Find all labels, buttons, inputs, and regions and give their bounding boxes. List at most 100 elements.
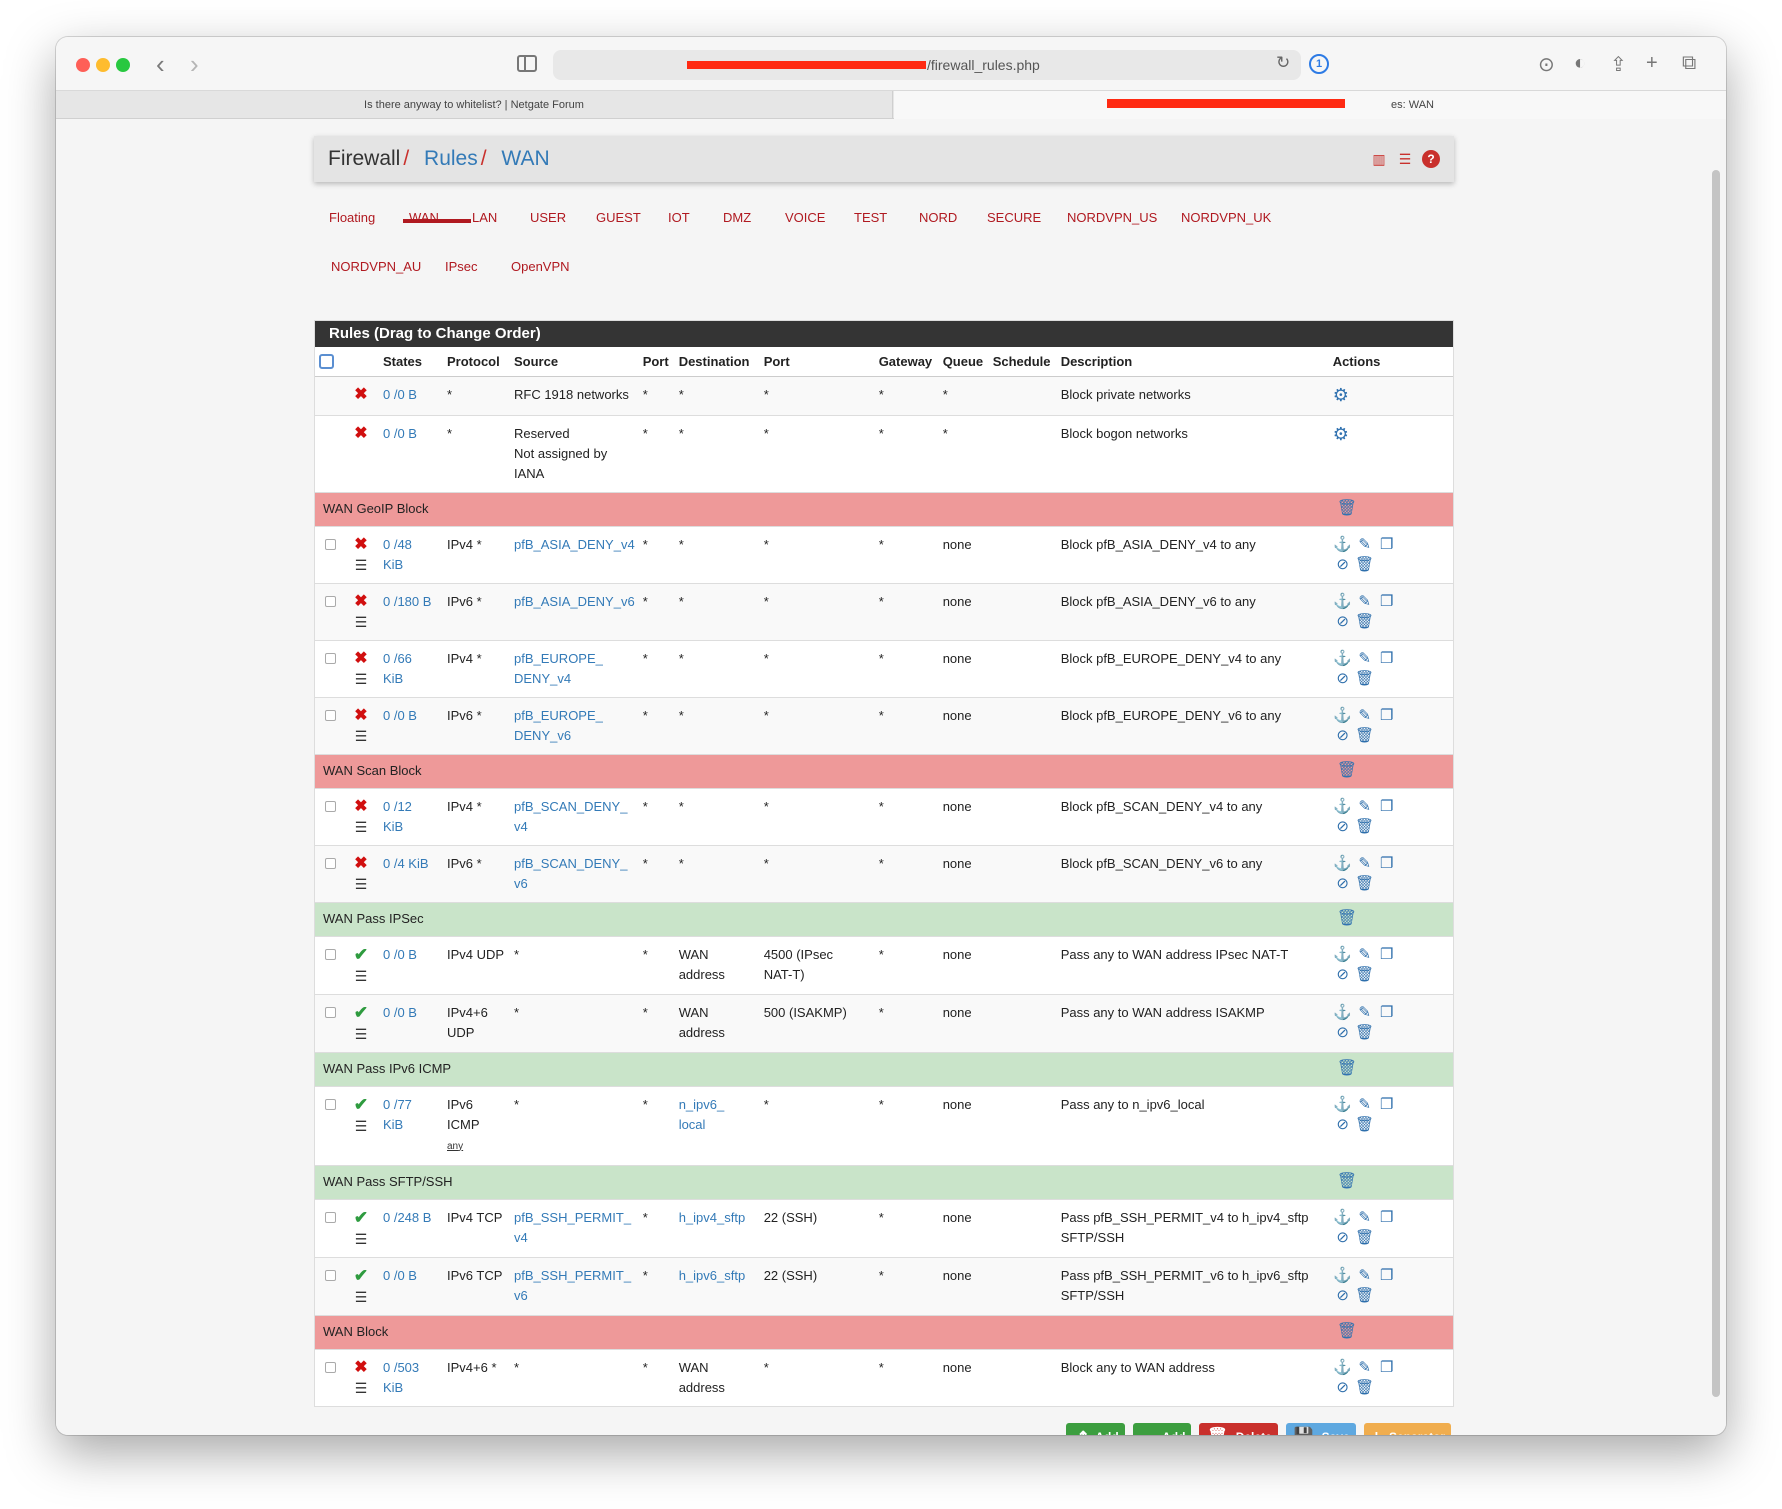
- tab-dmz[interactable]: DMZ: [723, 210, 751, 225]
- browser-tab-forum[interactable]: Is there anyway to whitelist? | Netgate …: [56, 91, 893, 119]
- anchor-icon[interactable]: ⚓: [1333, 1003, 1353, 1023]
- trash-icon[interactable]: 🗑: [1337, 762, 1357, 779]
- table-row[interactable]: ✖ ☰ 0 /66 KiB IPv4 * pfB_EUROPE_ DENY_v4 * * * * no…: [315, 639, 1453, 697]
- rule-states[interactable]: 0 /248 B: [383, 1210, 431, 1225]
- copy-icon[interactable]: ❐: [1377, 1208, 1397, 1228]
- table-row[interactable]: ✔ ☰ 0 /248 B IPv4 TCP pfB_SSH_PERMIT_ v4 * h_ip…: [315, 1198, 1453, 1257]
- edit-pencil-icon[interactable]: ✎: [1355, 854, 1375, 874]
- tasks-list-icon[interactable]: ☰: [347, 555, 375, 575]
- trash-icon[interactable]: 🗑: [1355, 874, 1375, 894]
- rule-states[interactable]: 0 /0 B: [383, 708, 417, 723]
- tab-floating[interactable]: Floating: [329, 210, 375, 225]
- tasks-list-icon[interactable]: ☰: [347, 817, 375, 837]
- rule-states[interactable]: 0 /12 KiB: [383, 799, 412, 834]
- tab-voice[interactable]: VOICE: [785, 210, 825, 225]
- trash-icon[interactable]: 🗑: [1355, 1023, 1375, 1043]
- anchor-icon[interactable]: ⚓: [1333, 592, 1353, 612]
- share-icon[interactable]: ⇪: [1610, 52, 1627, 77]
- anchor-icon[interactable]: ⚓: [1333, 706, 1353, 726]
- tasks-list-icon[interactable]: ☰: [347, 1287, 375, 1307]
- edit-pencil-icon[interactable]: ✎: [1355, 535, 1375, 555]
- rule-source[interactable]: pfB_EUROPE_ DENY_v4: [514, 651, 603, 686]
- disable-icon[interactable]: ⊘: [1333, 555, 1353, 575]
- tab-user[interactable]: USER: [530, 210, 566, 225]
- save-button[interactable]: 💾Save: [1285, 1423, 1356, 1435]
- rule-states[interactable]: 0 /503 KiB: [383, 1360, 419, 1395]
- table-row[interactable]: ✖ ☰ 0 /48 KiB IPv4 * pfB_ASIA_DENY_v4 * * * * none…: [315, 525, 1453, 583]
- delete-button[interactable]: 🗑Delete: [1199, 1423, 1278, 1435]
- disable-icon[interactable]: ⊘: [1333, 1378, 1353, 1398]
- gear-icon[interactable]: ⚙: [1333, 424, 1349, 444]
- separator-row[interactable]: WAN Pass SFTP/SSH 🗑: [315, 1164, 1453, 1199]
- copy-icon[interactable]: ❐: [1377, 1003, 1397, 1023]
- rule-checkbox[interactable]: [325, 1006, 336, 1018]
- trash-icon[interactable]: 🗑: [1355, 965, 1375, 985]
- table-row[interactable]: ✖ ☰ 0 /12 KiB IPv4 * pfB_SCAN_DENY_ v4 * * * * none…: [315, 787, 1453, 845]
- disable-icon[interactable]: ⊘: [1333, 1286, 1353, 1306]
- table-row[interactable]: ✔ ☰ 0 /0 B IPv4 UDP * * WAN address 4500 (IPsec N…: [315, 935, 1453, 994]
- trash-icon[interactable]: 🗑: [1355, 1228, 1375, 1248]
- tasks-list-icon[interactable]: ☰: [347, 1116, 375, 1136]
- separator-row[interactable]: WAN Pass IPSec 🗑: [315, 901, 1453, 936]
- tasks-list-icon[interactable]: ☰: [347, 1024, 375, 1044]
- tab-ipsec[interactable]: IPsec: [445, 259, 478, 274]
- tab-test[interactable]: TEST: [854, 210, 887, 225]
- help-icon[interactable]: ?: [1422, 150, 1440, 168]
- add-separator-button[interactable]: +Separator: [1363, 1423, 1452, 1435]
- trash-icon[interactable]: 🗑: [1355, 612, 1375, 632]
- table-row[interactable]: ✔ ☰ 0 /77 KiB IPv6 ICMP any * * n_ipv6_ local * * non…: [315, 1085, 1453, 1165]
- copy-icon[interactable]: ❐: [1377, 1266, 1397, 1286]
- trash-icon[interactable]: 🗑: [1355, 817, 1375, 837]
- select-all-checkbox[interactable]: [319, 354, 334, 370]
- separator-row[interactable]: WAN Block 🗑: [315, 1314, 1453, 1349]
- zoom-window-button[interactable]: [116, 58, 130, 72]
- rule-states[interactable]: 0 /4 KiB: [383, 856, 429, 871]
- rule-destination[interactable]: h_ipv6_sftp: [679, 1268, 746, 1283]
- tab-secure[interactable]: SECURE: [987, 210, 1041, 225]
- tab-openvpn[interactable]: OpenVPN: [511, 259, 570, 274]
- rule-checkbox[interactable]: [325, 1361, 336, 1373]
- separator-row[interactable]: WAN Scan Block 🗑: [315, 753, 1453, 788]
- anchor-icon[interactable]: ⚓: [1333, 797, 1353, 817]
- rule-checkbox[interactable]: [325, 800, 336, 812]
- separator-row[interactable]: WAN Pass IPv6 ICMP 🗑: [315, 1051, 1453, 1086]
- rule-source[interactable]: pfB_EUROPE_ DENY_v6: [514, 708, 603, 743]
- disable-icon[interactable]: ⊘: [1333, 1228, 1353, 1248]
- rule-checkbox[interactable]: [325, 1211, 336, 1223]
- trash-icon[interactable]: 🗑: [1355, 555, 1375, 575]
- edit-pencil-icon[interactable]: ✎: [1355, 1358, 1375, 1378]
- trash-icon[interactable]: 🗑: [1337, 1173, 1357, 1190]
- edit-pencil-icon[interactable]: ✎: [1355, 1266, 1375, 1286]
- rule-source[interactable]: pfB_ASIA_DENY_v6: [514, 594, 635, 609]
- rule-states[interactable]: 0 /77 KiB: [383, 1097, 412, 1132]
- trash-icon[interactable]: 🗑: [1337, 1060, 1357, 1077]
- trash-icon[interactable]: 🗑: [1355, 726, 1375, 746]
- tasks-list-icon[interactable]: ☰: [347, 874, 375, 894]
- copy-icon[interactable]: ❐: [1377, 706, 1397, 726]
- gear-icon[interactable]: ⚙: [1333, 385, 1349, 405]
- reload-icon[interactable]: ↻: [1276, 53, 1290, 73]
- rule-source[interactable]: pfB_ASIA_DENY_v4: [514, 537, 635, 552]
- tasks-list-icon[interactable]: ☰: [347, 726, 375, 746]
- anchor-icon[interactable]: ⚓: [1333, 1266, 1353, 1286]
- tab-nord[interactable]: NORD: [919, 210, 957, 225]
- rule-source[interactable]: pfB_SCAN_DENY_ v4: [514, 799, 627, 834]
- copy-icon[interactable]: ❐: [1377, 854, 1397, 874]
- trash-icon[interactable]: 🗑: [1355, 669, 1375, 689]
- tab-lan[interactable]: LAN: [472, 210, 497, 225]
- rule-states[interactable]: 0 /0 B: [383, 1268, 417, 1283]
- breadcrumb-wan[interactable]: WAN: [501, 147, 549, 170]
- rule-checkbox[interactable]: [325, 1098, 336, 1110]
- edit-pencil-icon[interactable]: ✎: [1355, 945, 1375, 965]
- copy-icon[interactable]: ❐: [1377, 592, 1397, 612]
- rule-states[interactable]: 0 /0 B: [383, 426, 417, 441]
- table-row[interactable]: ✖ ☰ 0 /0 B IPv6 * pfB_EUROPE_ DENY_v6 * * * * none…: [315, 696, 1453, 754]
- rule-checkbox[interactable]: [325, 652, 336, 664]
- tab-iot[interactable]: IOT: [668, 210, 690, 225]
- rule-destination[interactable]: n_ipv6_ local: [679, 1097, 725, 1132]
- anchor-icon[interactable]: ⚓: [1333, 1208, 1353, 1228]
- tab-nordvpn_uk[interactable]: NORDVPN_UK: [1181, 210, 1271, 225]
- sidebar-toggle-icon[interactable]: [517, 55, 537, 72]
- edit-pencil-icon[interactable]: ✎: [1355, 1208, 1375, 1228]
- copy-icon[interactable]: ❐: [1377, 535, 1397, 555]
